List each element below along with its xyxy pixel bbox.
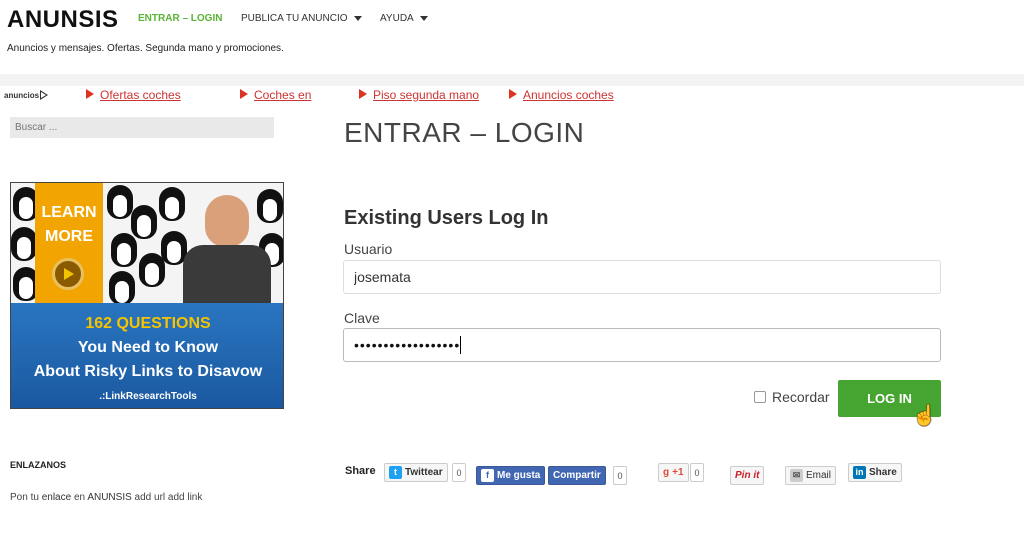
play-circle-icon (52, 258, 84, 290)
google-plus-count: 0 (690, 463, 704, 482)
enlazanos-heading: ENLAZANOS (10, 460, 66, 470)
ad-label: anuncios (4, 91, 40, 100)
banner-line2: You Need to Know (77, 339, 219, 356)
share-label: Share (345, 465, 376, 477)
facebook-icon: f (481, 469, 494, 482)
nav-label: AYUDA (380, 13, 414, 24)
linkedin-label: Share (869, 467, 897, 478)
facebook-share-button[interactable]: Compartir (548, 466, 606, 485)
anunsis-link[interactable]: ANUNSIS (87, 492, 131, 503)
email-share-button[interactable]: ✉ Email (785, 466, 837, 485)
presenter-photo (179, 195, 275, 303)
enlazanos-text: Pon tu enlace en ANUNSIS add url add lin… (10, 492, 203, 503)
facebook-like-label: Me gusta (497, 470, 541, 481)
banner-line3: About Risky Links to Disavow (33, 363, 263, 380)
banner-brand-logo: .:LinkResearchTools (99, 391, 197, 402)
remember-checkbox[interactable] (754, 391, 766, 403)
play-arrow-icon (359, 89, 367, 99)
caret-down-icon (419, 16, 428, 21)
enlace-link[interactable]: enlace (42, 492, 71, 503)
ad-link-coches-en[interactable]: Coches en (240, 88, 311, 102)
pinterest-button[interactable]: Pin it (730, 466, 765, 485)
caret-down-icon (353, 16, 362, 21)
username-field[interactable] (343, 260, 941, 294)
header-divider (0, 74, 1024, 86)
ad-banner[interactable]: LEARN MORE 162 QUESTIONS You Need to Know… (10, 182, 284, 409)
ad-link-piso-segunda-mano[interactable]: Piso segunda mano (359, 88, 479, 102)
google-plus-button[interactable]: g +1 (658, 463, 689, 482)
password-label: Clave (344, 310, 380, 326)
facebook-like-button[interactable]: f Me gusta (476, 466, 546, 485)
hand-cursor-icon: ☝ (912, 405, 937, 427)
login-heading: Existing Users Log In (344, 207, 549, 229)
learn-more-text: LEARN MORE (41, 204, 97, 245)
site-header: ANUNSIS ENTRAR – LOGIN PUBLICA TU ANUNCI… (0, 0, 1024, 74)
password-mask: •••••••••••••••••• (354, 337, 461, 353)
username-label: Usuario (344, 241, 393, 257)
ad-links-bar: anuncios Ofertas coches Coches en Piso s… (0, 86, 1024, 106)
ad-link-label: Anuncios coches (523, 88, 614, 102)
google-plus-label: +1 (672, 467, 684, 478)
ad-link-label: Coches en (254, 88, 312, 102)
twitter-bird-icon: t (389, 466, 402, 479)
learn-more-panel[interactable]: LEARN MORE (35, 183, 103, 303)
play-arrow-icon (86, 89, 94, 99)
linkedin-icon: in (853, 466, 866, 479)
ad-link-anuncios-coches[interactable]: Anuncios coches (509, 88, 614, 102)
nav-label: ENTRAR – LOGIN (138, 13, 223, 24)
banner-text-panel: 162 QUESTIONS You Need to Know About Ris… (11, 303, 283, 408)
facebook-share-label: Compartir (553, 470, 601, 481)
nav-publica-tu-anuncio[interactable]: PUBLICA TU ANUNCIO (241, 13, 362, 24)
twitter-count: 0 (452, 463, 466, 482)
facebook-count: 0 (613, 466, 627, 485)
search-input[interactable] (10, 117, 274, 138)
password-field[interactable]: •••••••••••••••••• (343, 328, 941, 362)
linkedin-share-button[interactable]: in Share (848, 463, 902, 482)
text-cursor (460, 336, 462, 354)
nav-label: PUBLICA TU ANUNCIO (241, 13, 348, 24)
ad-link-label: Piso segunda mano (373, 88, 480, 102)
site-title[interactable]: ANUNSIS (7, 6, 119, 34)
banner-headline: 162 QUESTIONS (85, 315, 211, 332)
ad-choices-icon[interactable] (40, 90, 48, 100)
ad-link-ofertas-coches[interactable]: Ofertas coches (86, 88, 181, 102)
twitter-label: Twittear (405, 467, 443, 478)
play-arrow-icon (240, 89, 248, 99)
remember-option[interactable]: Recordar (754, 389, 830, 405)
play-arrow-icon (509, 89, 517, 99)
ad-link-label: Ofertas coches (100, 88, 181, 102)
site-tagline: Anuncios y mensajes. Ofertas. Segunda ma… (7, 43, 284, 54)
nav-entrar-login[interactable]: ENTRAR – LOGIN (138, 13, 222, 24)
nav-ayuda[interactable]: AYUDA (380, 13, 428, 24)
remember-label: Recordar (772, 389, 830, 405)
google-plus-icon: g (663, 467, 670, 478)
twitter-share-button[interactable]: t Twittear (384, 463, 448, 482)
page-title: ENTRAR – LOGIN (344, 117, 585, 148)
envelope-icon: ✉ (790, 469, 803, 482)
email-label: Email (806, 470, 832, 481)
